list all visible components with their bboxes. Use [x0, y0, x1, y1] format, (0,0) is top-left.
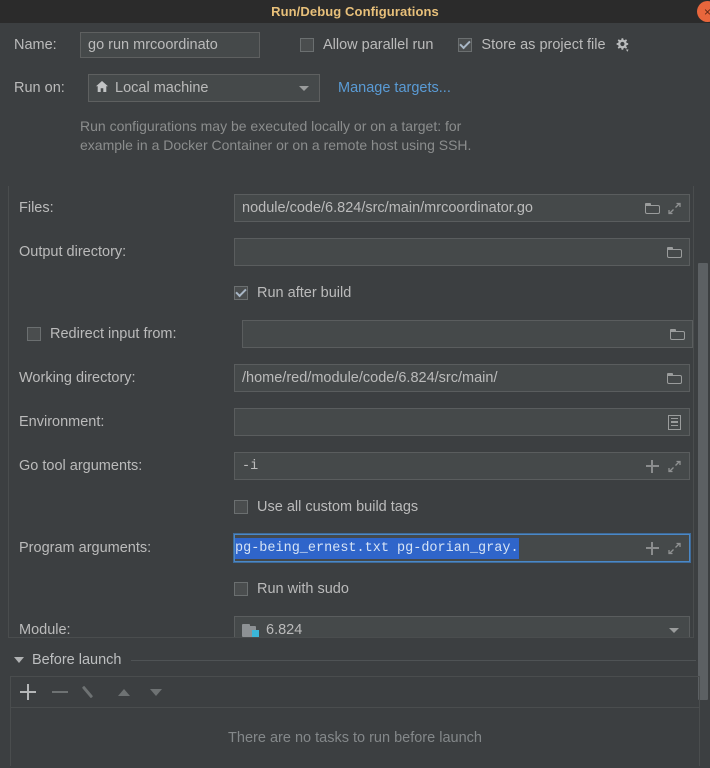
name-row: Name: Allow parallel run Store as projec…	[0, 23, 710, 67]
redirect-input-checkbox-box[interactable]	[27, 327, 41, 341]
store-as-project-file-checkbox-box[interactable]	[458, 38, 473, 52]
expand-icon[interactable]	[663, 197, 685, 219]
module-label: Module:	[19, 622, 71, 638]
run-after-build-row: Run after build	[9, 274, 693, 312]
run-on-hint-line2: example in a Docker Container or on a re…	[80, 137, 472, 153]
panel-scrollbar-thumb[interactable]	[698, 263, 708, 700]
working-directory-label: Working directory:	[19, 370, 136, 386]
run-on-row: Run on: Local machine Manage targets...	[0, 67, 710, 109]
module-dropdown[interactable]: 6.824	[234, 616, 690, 638]
redirect-input-checkbox[interactable]: Redirect input from:	[19, 326, 242, 342]
go-tool-arguments-value: -i	[242, 458, 259, 474]
redirect-input-label: Redirect input from:	[50, 326, 177, 342]
store-as-project-file-label: Store as project file	[481, 37, 606, 53]
run-after-build-checkbox[interactable]: Run after build	[234, 285, 351, 301]
files-value: nodule/code/6.824/src/main/mrcoordinator…	[242, 200, 533, 216]
run-after-build-checkbox-box[interactable]	[234, 286, 248, 300]
module-row: Module: 6.824	[9, 608, 693, 638]
configuration-fields-panel: Files: nodule/code/6.824/src/main/mrcoor…	[8, 186, 694, 638]
run-on-hint-line1: Run configurations may be executed local…	[80, 118, 462, 134]
output-directory-label: Output directory:	[19, 244, 127, 260]
program-arguments-field[interactable]: pg-being_ernest.txt pg-dorian_gray.	[234, 534, 690, 562]
use-custom-build-tags-label: Use all custom build tags	[257, 499, 419, 515]
working-directory-row: Working directory: /home/red/module/code…	[9, 356, 693, 400]
go-tool-arguments-row: Go tool arguments: -i	[9, 444, 693, 488]
expand-icon[interactable]	[663, 537, 685, 559]
go-tool-arguments-label: Go tool arguments:	[19, 458, 143, 474]
close-icon[interactable]: ×	[697, 1, 710, 22]
folder-icon[interactable]	[666, 323, 688, 345]
output-directory-field[interactable]	[234, 238, 690, 266]
allow-parallel-run-label: Allow parallel run	[323, 37, 434, 53]
top-settings-area: Name: Allow parallel run Store as projec…	[0, 23, 710, 161]
environment-label: Environment:	[19, 414, 105, 430]
working-directory-field[interactable]: /home/red/module/code/6.824/src/main/	[234, 364, 690, 392]
files-row: Files: nodule/code/6.824/src/main/mrcoor…	[9, 186, 693, 230]
run-with-sudo-row: Run with sudo	[9, 570, 693, 608]
arrow-down-icon	[147, 683, 165, 701]
gear-dropdown-icon[interactable]	[614, 37, 631, 54]
files-label: Files:	[19, 200, 54, 216]
chevron-down-icon[interactable]	[669, 627, 679, 633]
run-after-build-label: Run after build	[257, 285, 352, 301]
program-arguments-value: pg-being_ernest.txt pg-dorian_gray.	[235, 537, 519, 559]
working-directory-value: /home/red/module/code/6.824/src/main/	[242, 370, 498, 386]
allow-parallel-run-checkbox[interactable]: Allow parallel run	[300, 37, 433, 53]
redirect-input-row: Redirect input from:	[9, 312, 693, 356]
arrow-up-icon	[115, 683, 133, 701]
folder-icon[interactable]	[663, 241, 685, 263]
close-glyph: ×	[703, 4, 710, 19]
window-title: Run/Debug Configurations	[271, 4, 439, 19]
manage-targets-link[interactable]: Manage targets...	[338, 80, 451, 96]
before-launch-section: Before launch There are no tasks to run …	[0, 646, 710, 766]
module-folder-icon	[242, 623, 259, 637]
go-tool-arguments-field[interactable]: -i	[234, 452, 690, 480]
run-on-label: Run on:	[14, 80, 65, 96]
run-with-sudo-label: Run with sudo	[257, 581, 349, 597]
use-custom-build-tags-checkbox-box[interactable]	[234, 500, 248, 514]
folder-icon[interactable]	[641, 197, 663, 219]
files-field[interactable]: nodule/code/6.824/src/main/mrcoordinator…	[234, 194, 690, 222]
environment-row: Environment:	[9, 400, 693, 444]
before-launch-title: Before launch	[32, 652, 122, 668]
program-arguments-label: Program arguments:	[19, 540, 152, 556]
run-with-sudo-checkbox-box[interactable]	[234, 582, 248, 596]
minus-icon	[51, 683, 69, 701]
run-on-hint: Run configurations may be executed local…	[0, 109, 620, 161]
before-launch-toolbar	[11, 677, 699, 708]
name-input[interactable]	[80, 32, 260, 58]
window-titlebar: Run/Debug Configurations ×	[0, 0, 710, 23]
before-launch-divider	[131, 659, 696, 661]
allow-parallel-run-checkbox-box[interactable]	[300, 38, 314, 52]
run-on-dropdown[interactable]: Local machine	[88, 74, 320, 102]
run-on-value: Local machine	[115, 80, 209, 96]
use-custom-build-tags-checkbox[interactable]: Use all custom build tags	[234, 499, 418, 515]
program-arguments-row: Program arguments: pg-being_ernest.txt p…	[9, 526, 693, 570]
home-icon	[95, 80, 109, 97]
before-launch-empty-text: There are no tasks to run before launch	[228, 730, 482, 746]
use-custom-build-tags-row: Use all custom build tags	[9, 488, 693, 526]
plus-icon[interactable]	[641, 537, 663, 559]
output-directory-row: Output directory:	[9, 230, 693, 274]
environment-list-icon[interactable]	[663, 411, 685, 433]
folder-icon[interactable]	[663, 367, 685, 389]
triangle-down-icon[interactable]	[14, 657, 24, 663]
store-as-project-file-checkbox[interactable]: Store as project file	[458, 37, 630, 54]
before-launch-task-list: There are no tasks to run before launch	[10, 676, 700, 766]
run-with-sudo-checkbox[interactable]: Run with sudo	[234, 581, 349, 597]
plus-icon[interactable]	[641, 455, 663, 477]
pencil-icon	[83, 683, 101, 701]
environment-field[interactable]	[234, 408, 690, 436]
chevron-down-icon[interactable]	[299, 85, 309, 91]
expand-icon[interactable]	[663, 455, 685, 477]
panel-scrollbar[interactable]	[696, 186, 710, 700]
before-launch-header[interactable]: Before launch	[0, 646, 710, 674]
plus-icon[interactable]	[19, 683, 37, 701]
redirect-input-field[interactable]	[242, 320, 693, 348]
name-label: Name:	[14, 37, 57, 53]
module-value: 6.824	[266, 622, 303, 638]
